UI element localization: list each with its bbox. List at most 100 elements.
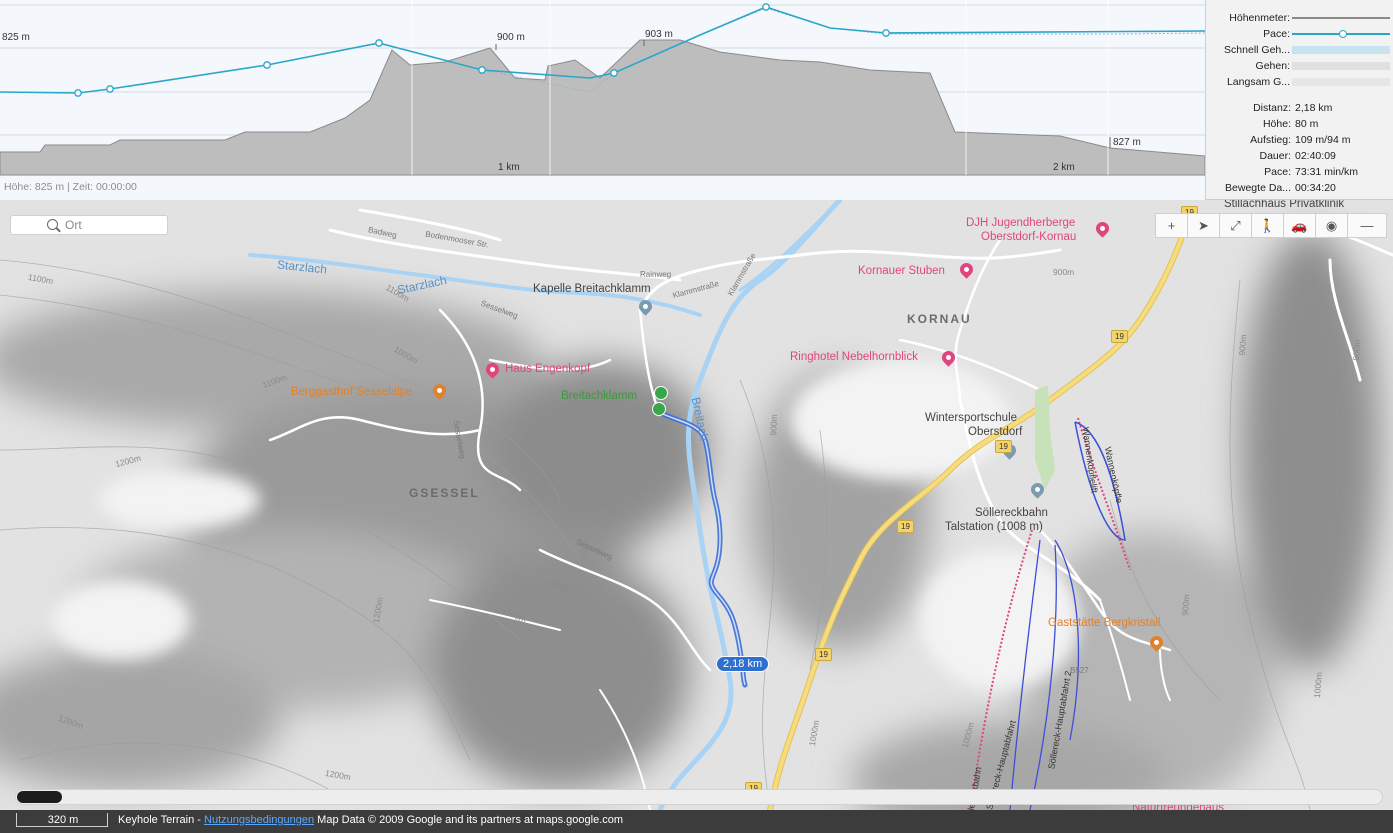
track-start-icon[interactable] — [654, 386, 668, 400]
elevation-profile[interactable]: 825 m 900 m 903 m 827 m 1 km 2 km Höhe: … — [0, 0, 1205, 201]
place-label: Oberstdorf — [968, 426, 1023, 438]
stat-label: Dauer: — [1259, 150, 1291, 162]
stat-value: 2,18 km — [1295, 102, 1333, 114]
place-label: Kapelle Breitachklamm — [533, 283, 651, 295]
contour-label: 900m — [1179, 593, 1192, 617]
elevation-label-max1: 900 m — [497, 32, 525, 43]
scrollbar-thumb[interactable] — [17, 791, 62, 803]
stat-pace: Pace: 73:31 min/km — [1206, 164, 1393, 180]
car-icon: 🚗 — [1291, 217, 1308, 233]
search-box[interactable] — [10, 215, 168, 235]
stat-value: 00:34:20 — [1295, 182, 1336, 194]
stat-ascent: Aufstieg: 109 m/94 m — [1206, 132, 1393, 148]
walk-mode-button[interactable]: 🚶 — [1251, 213, 1283, 238]
globe-icon: ◉ — [1325, 217, 1338, 233]
area-label: GSESSEL — [409, 486, 480, 500]
pace-point — [106, 85, 114, 93]
stat-label: Höhe: — [1262, 118, 1291, 130]
map-toolbar: + ➤ ⤢ 🚶 🚗 ◉ — — [1155, 213, 1393, 238]
contour-label: 900m — [1236, 333, 1249, 357]
car-mode-button[interactable]: 🚗 — [1283, 213, 1315, 238]
legend-panel: Höhenmeter: Pace: Schnell Geh... Gehen: … — [1205, 0, 1393, 200]
stat-moving-time: Bewegte Da... 00:34:20 — [1206, 180, 1393, 196]
contour-label: 900m — [768, 414, 780, 436]
horizontal-scrollbar[interactable] — [15, 789, 1383, 805]
attribution-suffix: Map Data © 2009 Google and its partners … — [314, 814, 624, 826]
pace-point — [74, 89, 82, 97]
elevation-profile-chart — [0, 0, 1205, 176]
stat-duration: Dauer: 02:40:09 — [1206, 148, 1393, 164]
stat-height: Höhe: 80 m — [1206, 116, 1393, 132]
highway-shield: 19 — [897, 520, 914, 533]
elevation-label-end: 827 m — [1113, 137, 1141, 148]
zoom-in-button[interactable]: + — [1155, 213, 1187, 238]
minus-icon: — — [1360, 218, 1374, 233]
pace-point — [375, 39, 383, 47]
stat-value: 80 m — [1295, 118, 1319, 130]
road-label: B527 — [1070, 666, 1089, 675]
pace-point — [762, 3, 770, 11]
highway-shield: 19 — [1111, 330, 1128, 343]
legend-row-elevation: Höhenmeter: — [1206, 10, 1393, 26]
distance-label-2km: 2 km — [1053, 162, 1075, 173]
place-label: Haus Engenkopf — [505, 363, 591, 375]
stat-value: 02:40:09 — [1295, 150, 1336, 162]
place-label: Berggasthof Sesselalpe — [291, 386, 413, 398]
map-view[interactable]: Stillachhaus Privatklinik DJH Jugendherb… — [0, 200, 1393, 810]
elevation-label-start: 825 m — [2, 32, 30, 43]
collapse-button[interactable]: — — [1347, 213, 1387, 238]
place-label: Söllereckbahn — [975, 507, 1048, 519]
place-label: Wintersportschule — [925, 412, 1018, 424]
stat-distance: Distanz: 2,18 km — [1206, 100, 1393, 116]
stat-value: 109 m/94 m — [1295, 134, 1351, 146]
distance-label-1km: 1 km — [498, 162, 520, 173]
location-arrow-icon: ➤ — [1198, 217, 1209, 233]
profile-status: Höhe: 825 m | Zeit: 00:00:00 — [4, 181, 137, 193]
legend-swatch-lightgray — [1292, 62, 1390, 70]
pace-point — [478, 66, 486, 74]
stat-label: Aufstieg: — [1250, 134, 1291, 146]
elevation-label-max2: 903 m — [645, 29, 673, 40]
legend-label: Schnell Geh... — [1224, 44, 1290, 56]
place-label: Kornauer Stuben — [858, 265, 945, 277]
place-label: Talstation (1008 m) — [945, 521, 1043, 533]
legend-row-fast: Schnell Geh... — [1206, 42, 1393, 58]
locate-button[interactable]: ➤ — [1187, 213, 1219, 238]
scale-label: 320 m — [47, 814, 79, 826]
pace-point — [263, 61, 271, 69]
legend-swatch-lightgray — [1292, 78, 1390, 86]
highway-shield: 19 — [995, 440, 1012, 453]
elevation-area — [0, 39, 1205, 176]
contour-label: 900m — [1053, 267, 1075, 277]
legend-swatch-lightblue — [1292, 46, 1390, 54]
terms-link[interactable]: Nutzungsbedingungen — [204, 814, 314, 826]
track-end-icon[interactable] — [652, 402, 666, 416]
legend-label: Gehen: — [1255, 60, 1290, 72]
legend-swatch-gray-line — [1292, 17, 1390, 19]
attribution: Keyhole Terrain - Nutzungsbedingungen Ma… — [118, 814, 623, 826]
stat-label: Pace: — [1264, 166, 1291, 178]
contour-label: 900m — [1350, 338, 1363, 362]
legend-label: Höhenmeter: — [1229, 12, 1290, 24]
legend-row-pace: Pace: — [1206, 26, 1393, 42]
pace-point — [610, 69, 618, 77]
highway-shield: 19 — [815, 648, 832, 661]
plus-icon: + — [1167, 218, 1176, 233]
place-label: DJH Jugendherberge — [966, 217, 1076, 229]
area-label: KORNAU — [907, 312, 972, 326]
road-label: Rainweg — [640, 270, 672, 279]
place-label: Oberstdorf-Kornau — [981, 231, 1077, 243]
place-label: Breitachklamm — [561, 390, 638, 402]
search-input[interactable] — [65, 218, 165, 232]
pace-point — [882, 29, 890, 37]
place-label: Stillachhaus Privatklinik — [1224, 200, 1345, 210]
legend-row-slow: Langsam G... — [1206, 74, 1393, 90]
stat-value: 73:31 min/km — [1295, 166, 1359, 178]
bottom-bar: 320 m Keyhole Terrain - Nutzungsbedingun… — [0, 810, 1393, 833]
legend-dot-icon — [1339, 30, 1347, 38]
legend-label: Pace: — [1263, 28, 1290, 40]
search-icon — [47, 219, 58, 230]
globe-button[interactable]: ◉ — [1315, 213, 1347, 238]
fullscreen-button[interactable]: ⤢ — [1219, 213, 1251, 238]
expand-icon: ⤢ — [1230, 217, 1241, 233]
